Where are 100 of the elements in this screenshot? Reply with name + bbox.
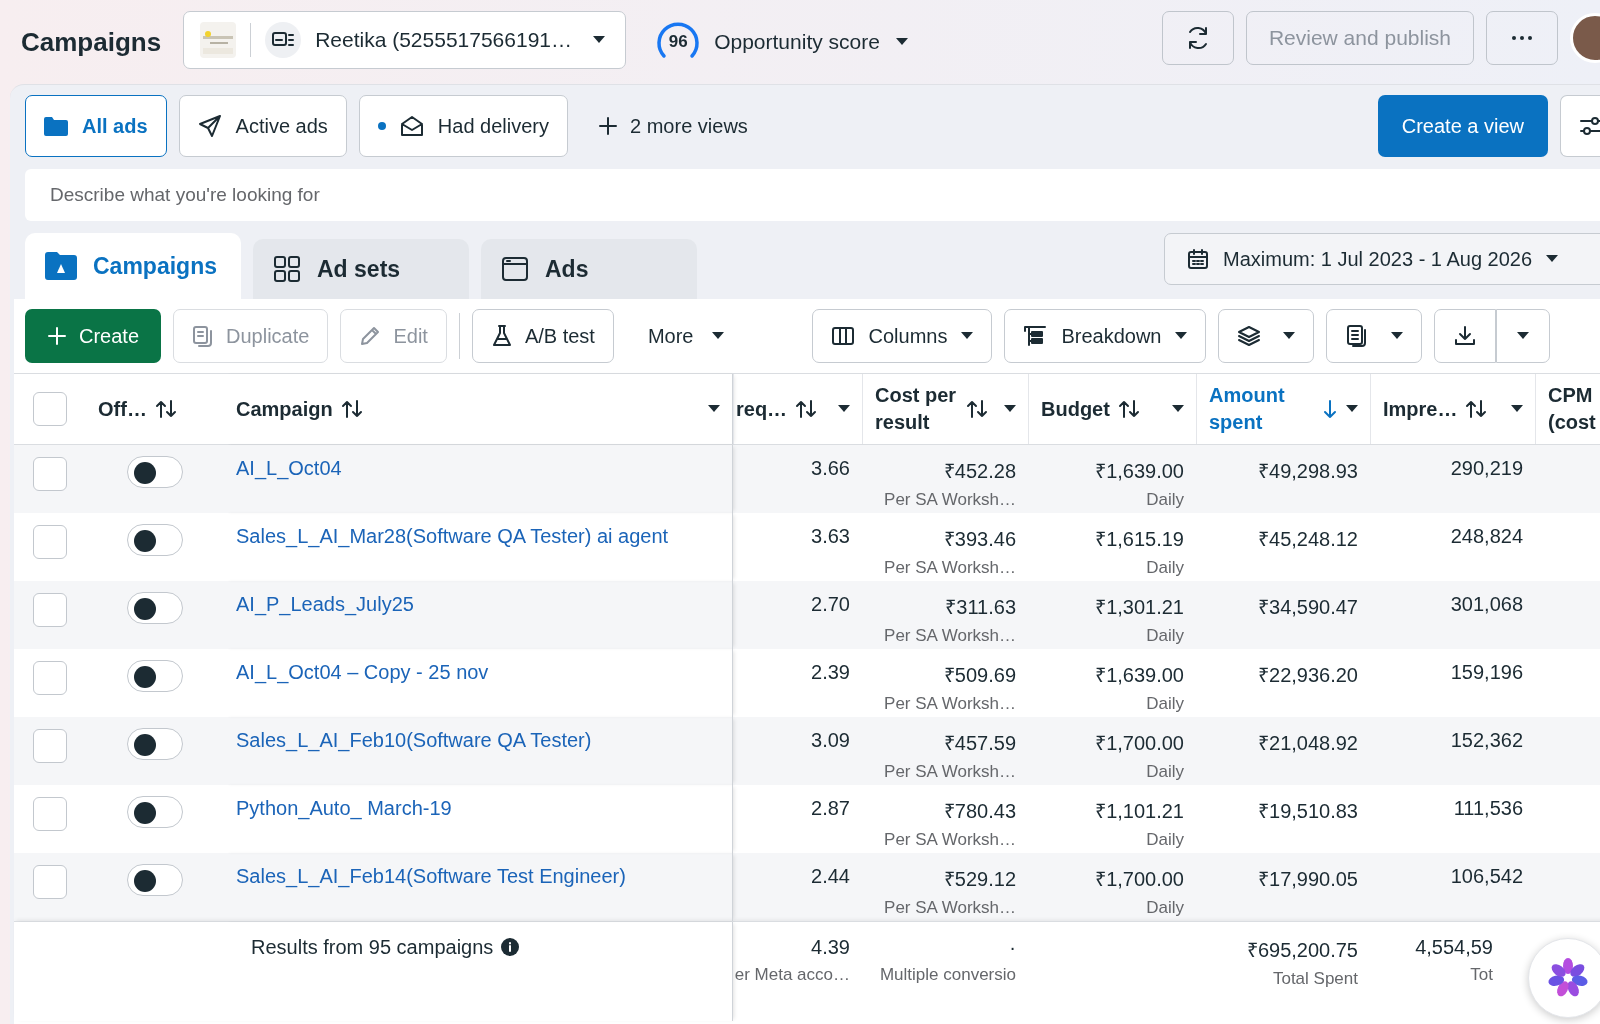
table-cell-text: ₹452.28 (943, 459, 1016, 484)
checkbox[interactable] (33, 525, 67, 559)
checkbox[interactable] (33, 593, 67, 627)
table-cell: 301,068 (1450, 593, 1523, 616)
cell-note: Per SA Worksh… (884, 762, 1016, 782)
create-view-button[interactable]: Create a view (1377, 95, 1548, 157)
checkbox[interactable] (33, 661, 67, 695)
table-cell: 3.66 (811, 457, 850, 480)
sort-icon (154, 399, 177, 419)
table-cell-text: ₹780.43 (943, 799, 1016, 824)
layers-icon (1237, 324, 1262, 348)
toggle-switch[interactable] (127, 592, 183, 624)
table-cell-text: ₹1,301.21 (1095, 595, 1184, 620)
campaign-link[interactable]: AI_L_Oct04 (236, 457, 342, 479)
toggle-switch[interactable] (127, 660, 183, 692)
level-tab[interactable]: Ad sets (253, 239, 469, 299)
summary-value: 4,554,59 (1415, 936, 1493, 959)
layers-button[interactable] (1218, 309, 1315, 363)
caret-icon (708, 405, 720, 413)
column-header[interactable]: Cost per result (875, 382, 958, 436)
column-header[interactable]: Impre… (1383, 395, 1458, 423)
account-selector[interactable]: Reetika (5255517566191… (183, 11, 627, 69)
table-cell-text: ₹17,990.05 (1258, 867, 1358, 892)
cell-note: Daily (1146, 694, 1184, 714)
view-tab[interactable]: Active ads (178, 95, 347, 157)
date-range-picker[interactable]: Maximum: 1 Jul 2023 - 1 Aug 2026 (1164, 233, 1600, 285)
campaign-link[interactable]: Sales_L_AI_Feb10(Software QA Tester) (236, 729, 592, 751)
columns-button[interactable]: Columns (811, 309, 993, 363)
campaign-link[interactable]: AI_L_Oct04 – Copy - 25 nov (236, 661, 489, 683)
folder-icon (44, 116, 68, 136)
table-cell-text: ₹34,590.47 (1258, 595, 1358, 620)
summary-value: ₹695,200.75 (1246, 938, 1358, 963)
sort-icon (340, 399, 363, 419)
campaign-link[interactable]: Sales_L_AI_Mar28(Software QA Tester) ai agent (236, 525, 669, 547)
caret-icon (1004, 405, 1016, 413)
summary-label: Results from 95 campaigns (251, 936, 494, 959)
table-cell-text: ₹393.46 (943, 527, 1016, 552)
table-cell-text: ₹1,700.00 (1095, 867, 1184, 892)
column-header[interactable]: Budget (1041, 395, 1110, 423)
caret-icon (593, 36, 606, 44)
plus-icon (598, 116, 618, 136)
refresh-button[interactable] (1161, 11, 1234, 65)
summary-note: Total Spent (1272, 969, 1358, 989)
flask-icon (490, 324, 513, 348)
caret-icon (1517, 332, 1530, 340)
toggle-switch[interactable] (127, 524, 183, 556)
ad-account-icon (272, 31, 295, 49)
caret-icon (838, 405, 850, 413)
checkbox[interactable] (33, 729, 67, 763)
column-header[interactable]: Amount spent (1209, 382, 1299, 436)
breakdown-button[interactable]: Breakdown (1004, 309, 1207, 363)
download-icon (1453, 324, 1478, 348)
table-cell-text: ₹1,700.00 (1095, 731, 1184, 756)
cell-note: Daily (1146, 490, 1184, 510)
table-cell: 3.63 (811, 525, 850, 548)
campaign-link[interactable]: Sales_L_AI_Feb14(Software Test Engineer) (236, 865, 626, 887)
column-header[interactable]: req… (736, 395, 788, 423)
search-field[interactable]: Describe what you're looking for (25, 169, 1600, 221)
caret-icon (711, 332, 724, 340)
more-views-button[interactable]: 2 more views (580, 114, 766, 138)
duplicate-icon (192, 325, 215, 347)
grid-icon (273, 255, 301, 283)
pencil-icon (359, 325, 382, 347)
campaign-link[interactable]: AI_P_Leads_July25 (236, 593, 414, 615)
view-tab[interactable]: All ads (25, 95, 167, 157)
toggle-switch[interactable] (127, 796, 183, 828)
checkbox[interactable] (33, 865, 67, 899)
cell-note: Per SA Worksh… (884, 830, 1016, 850)
view-tab[interactable]: Had delivery (358, 95, 568, 157)
create-button[interactable]: Create (25, 309, 162, 363)
sort-icon (1465, 399, 1488, 419)
table-cell: 3.09 (811, 729, 850, 752)
campaign-link[interactable]: Python_Auto_ March-19 (236, 797, 452, 819)
sort-icon (795, 399, 818, 419)
reports-button[interactable] (1326, 309, 1423, 363)
checkbox[interactable] (33, 392, 67, 426)
table-cell-text: ₹1,639.00 (1095, 459, 1184, 484)
opportunity-score-dropdown[interactable]: Opportunity score (714, 30, 908, 54)
checkbox[interactable] (33, 457, 67, 491)
breakdown-icon (1023, 324, 1048, 348)
cell-note: Per SA Worksh… (884, 694, 1016, 714)
summary-note: er Meta acco… (734, 965, 850, 985)
cell-note: Daily (1146, 558, 1184, 578)
level-tab[interactable]: Ads (481, 239, 697, 299)
checkbox[interactable] (33, 797, 67, 831)
level-tab[interactable]: Campaigns (25, 233, 241, 299)
toggle-switch[interactable] (127, 864, 183, 896)
caret-icon (895, 38, 908, 46)
column-header[interactable]: Off… (98, 395, 147, 423)
column-header[interactable]: CPM (cost (1548, 382, 1600, 436)
score-badge: 96 (656, 20, 701, 64)
export-button[interactable] (1434, 309, 1497, 363)
toggle-switch[interactable] (127, 456, 183, 488)
info-icon (501, 938, 520, 956)
campaign-icon (45, 252, 77, 280)
assistant-button[interactable] (1528, 938, 1600, 1018)
calendar-icon (1187, 248, 1209, 270)
toggle-switch[interactable] (127, 728, 183, 760)
column-header[interactable]: Campaign (236, 395, 333, 423)
toolbar-button[interactable]: A/B test (471, 309, 614, 363)
